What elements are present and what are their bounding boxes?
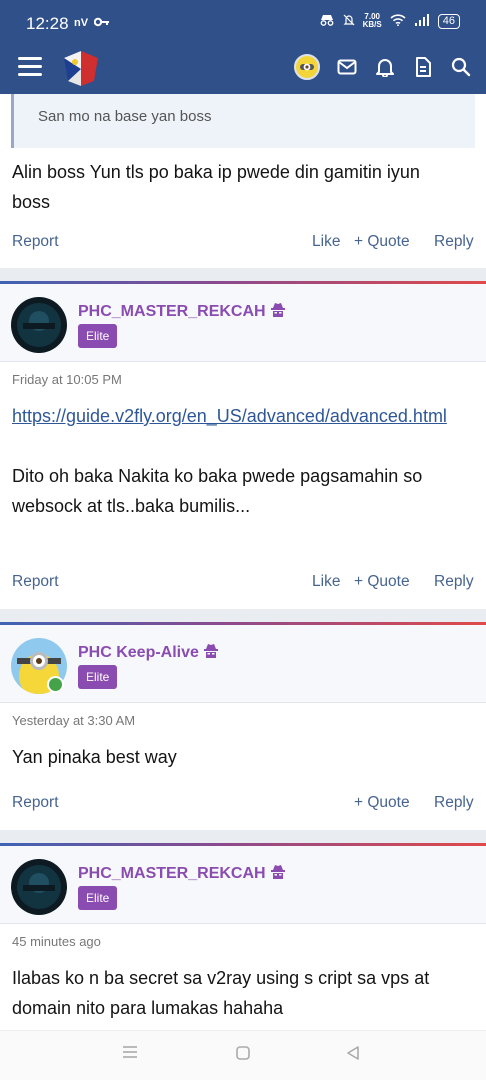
- carrier-label: nV: [74, 17, 89, 29]
- post-body: Yan pinaka best way: [12, 747, 177, 767]
- reply-button[interactable]: Reply: [434, 794, 474, 812]
- user-avatar-icon[interactable]: [294, 54, 320, 80]
- post-date[interactable]: Friday at 10:05 PM: [12, 372, 122, 387]
- post-card: PHC_MASTER_REKCAH Elite 45 minutes ago I…: [0, 843, 486, 1030]
- post-card: San mo na base yan boss Alin boss Yun tl…: [0, 94, 486, 268]
- spy-icon: [270, 302, 286, 322]
- post-body: Ilabas ko n ba secret sa v2ray using s c…: [12, 968, 430, 1018]
- status-time: 12:28: [26, 14, 69, 33]
- battery-indicator: 46: [437, 13, 460, 29]
- report-button[interactable]: Report: [12, 573, 59, 591]
- signal-icon: [414, 13, 430, 29]
- post-actions: Report Like + Quote Reply: [0, 573, 486, 597]
- mail-icon[interactable]: [336, 56, 358, 78]
- network-speed: 7.00 KB/S: [362, 12, 382, 29]
- status-bar: 12:28 nV 7.00 KB/S 46: [0, 0, 486, 46]
- quote-button[interactable]: + Quote: [354, 233, 410, 251]
- recent-apps-icon[interactable]: [122, 1045, 138, 1064]
- reply-button[interactable]: Reply: [434, 573, 474, 591]
- quote-button[interactable]: + Quote: [354, 573, 410, 591]
- user-badge: Elite: [78, 886, 118, 910]
- post-date[interactable]: 45 minutes ago: [12, 934, 101, 949]
- vpn-key-icon: [93, 15, 110, 30]
- home-icon[interactable]: [235, 1045, 251, 1066]
- post-author: PHC_MASTER_REKCAH Elite: [0, 846, 486, 924]
- post-author: PHC Keep-Alive Elite: [0, 625, 486, 703]
- post-actions: Report + Quote Reply: [0, 794, 486, 818]
- user-badge: Elite: [78, 324, 118, 348]
- reply-button[interactable]: Reply: [434, 233, 474, 251]
- report-button[interactable]: Report: [12, 233, 59, 251]
- spy-icon: [270, 864, 286, 884]
- incognito-icon: [319, 14, 335, 29]
- like-button[interactable]: Like: [312, 573, 340, 591]
- avatar[interactable]: [11, 859, 67, 915]
- quote-button[interactable]: + Quote: [354, 794, 410, 812]
- quote-block: San mo na base yan boss: [11, 94, 475, 148]
- search-icon[interactable]: [450, 56, 472, 78]
- like-button[interactable]: Like: [312, 233, 340, 251]
- app-bar: [0, 46, 486, 94]
- quote-text: San mo na base yan boss: [38, 108, 212, 125]
- avatar[interactable]: [11, 297, 67, 353]
- post-author: PHC_MASTER_REKCAH Elite: [0, 284, 486, 362]
- username[interactable]: PHC_MASTER_REKCAH: [78, 864, 286, 884]
- username[interactable]: PHC Keep-Alive: [78, 643, 219, 663]
- system-nav-bar: [0, 1030, 486, 1080]
- document-icon[interactable]: [412, 56, 434, 78]
- report-button[interactable]: Report: [12, 794, 59, 812]
- post-link[interactable]: https://guide.v2fly.org/en_US/advanced/a…: [12, 401, 478, 431]
- post-actions: Report Like + Quote Reply: [0, 233, 486, 257]
- back-icon[interactable]: [345, 1045, 361, 1066]
- post-card: PHC Keep-Alive Elite Yesterday at 3:30 A…: [0, 622, 486, 830]
- post-body: Alin boss Yun tls po baka ip pwede din g…: [12, 162, 420, 212]
- hamburger-icon[interactable]: [18, 57, 42, 77]
- forum-logo-icon[interactable]: [61, 49, 101, 92]
- online-status-icon: [47, 676, 64, 693]
- bell-icon[interactable]: [374, 56, 396, 78]
- username[interactable]: PHC_MASTER_REKCAH: [78, 302, 286, 322]
- thread-content: San mo na base yan boss Alin boss Yun tl…: [0, 94, 486, 1030]
- mute-icon: [343, 14, 355, 29]
- post-card: PHC_MASTER_REKCAH Elite Friday at 10:05 …: [0, 281, 486, 609]
- user-badge: Elite: [78, 665, 118, 689]
- post-date[interactable]: Yesterday at 3:30 AM: [12, 713, 135, 728]
- spy-icon: [203, 643, 219, 663]
- post-body: https://guide.v2fly.org/en_US/advanced/a…: [12, 401, 478, 521]
- wifi-icon: [390, 13, 406, 29]
